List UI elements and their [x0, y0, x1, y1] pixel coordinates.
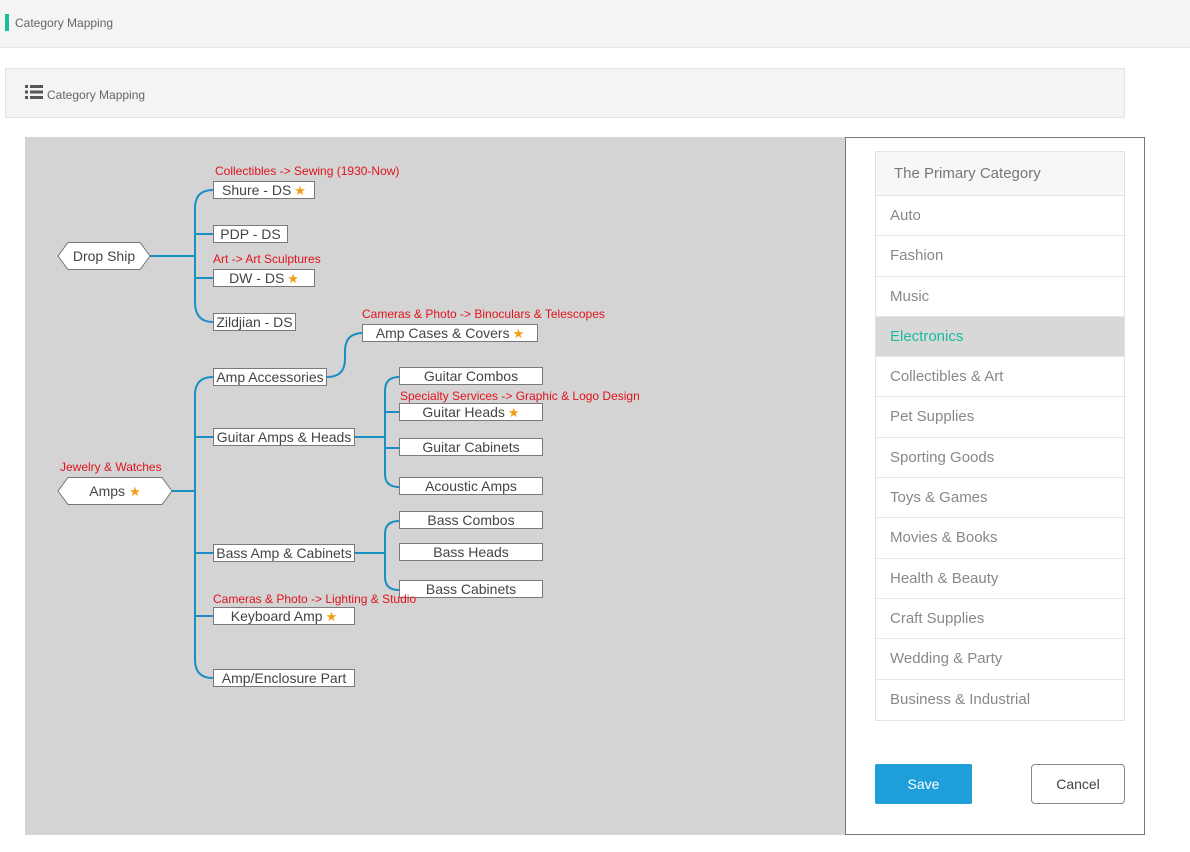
- tree-node-shure-ds[interactable]: Shure - DS ★: [213, 181, 315, 199]
- tree-node-guitar-cabinets[interactable]: Guitar Cabinets: [399, 438, 543, 456]
- cancel-button[interactable]: Cancel: [1031, 764, 1125, 804]
- category-item-pet-supplies[interactable]: Pet Supplies: [876, 397, 1124, 438]
- category-item-fashion[interactable]: Fashion: [876, 236, 1124, 277]
- category-item-sporting-goods[interactable]: Sporting Goods: [876, 438, 1124, 479]
- node-note: Collectibles -> Sewing (1930-Now): [215, 164, 400, 178]
- category-item-business-industrial[interactable]: Business & Industrial: [876, 680, 1124, 720]
- tree-node-guitar-heads[interactable]: Guitar Heads ★: [399, 403, 543, 421]
- tree-node-keyboard-amp[interactable]: Keyboard Amp ★: [213, 607, 355, 625]
- list-icon: [25, 85, 43, 99]
- tree-node-dw-ds[interactable]: DW - DS ★: [213, 269, 315, 287]
- star-icon: ★: [294, 183, 306, 198]
- category-item-collectibles-art[interactable]: Collectibles & Art: [876, 357, 1124, 398]
- tree-node-bass-amp-cabinets[interactable]: Bass Amp & Cabinets: [213, 544, 355, 562]
- node-note: Cameras & Photo -> Lighting & Studio: [213, 592, 417, 606]
- category-item-auto[interactable]: Auto: [876, 196, 1124, 237]
- node-note: Jewelry & Watches: [60, 460, 162, 474]
- category-item-craft-supplies[interactable]: Craft Supplies: [876, 599, 1124, 640]
- category-item-toys-games[interactable]: Toys & Games: [876, 478, 1124, 519]
- star-icon: ★: [507, 405, 520, 420]
- tree-node-guitar-amps-heads[interactable]: Guitar Amps & Heads: [213, 428, 355, 446]
- star-icon: ★: [287, 271, 299, 286]
- category-side-panel: The Primary Category Auto Fashion Music …: [845, 137, 1145, 835]
- panel-title: Category Mapping: [47, 88, 146, 102]
- category-item-music[interactable]: Music: [876, 277, 1124, 317]
- tree-node-amp-cases-covers[interactable]: Amp Cases & Covers ★: [362, 324, 538, 342]
- tree-node-bass-heads[interactable]: Bass Heads: [399, 543, 543, 561]
- star-icon: ★: [512, 326, 525, 341]
- star-icon: ★: [325, 609, 338, 624]
- category-item-health-beauty[interactable]: Health & Beauty: [876, 559, 1124, 599]
- category-list-header: The Primary Category: [876, 152, 1124, 196]
- tree-node-guitar-combos[interactable]: Guitar Combos: [399, 367, 543, 385]
- top-bar: Category Mapping: [0, 0, 1190, 48]
- root-node-drop-ship[interactable]: Drop Ship: [57, 242, 151, 270]
- title-accent-bar: [5, 14, 9, 31]
- category-item-movies-books[interactable]: Movies & Books: [876, 518, 1124, 559]
- category-item-wedding-party[interactable]: Wedding & Party: [876, 639, 1124, 680]
- tree-node-bass-combos[interactable]: Bass Combos: [399, 511, 543, 529]
- star-icon: ★: [129, 484, 141, 499]
- tree-node-bass-cabinets[interactable]: Bass Cabinets: [399, 580, 543, 598]
- tree-node-acoustic-amps[interactable]: Acoustic Amps: [399, 477, 543, 495]
- node-note: Specialty Services -> Graphic & Logo Des…: [400, 389, 640, 403]
- tree-node-amp-enclosure-part[interactable]: Amp/Enclosure Part: [213, 669, 355, 687]
- mindmap-canvas[interactable]: Drop Ship Jewelry & Watches Amps ★ Collec…: [25, 137, 845, 835]
- root-node-amps[interactable]: Amps ★: [57, 477, 173, 505]
- tree-node-amp-accessories[interactable]: Amp Accessories: [213, 368, 327, 386]
- primary-category-list: The Primary Category Auto Fashion Music …: [875, 151, 1125, 721]
- panel-header: Category Mapping: [5, 68, 1125, 118]
- tree-node-zildjian-ds[interactable]: Zildjian - DS: [213, 313, 296, 331]
- save-button[interactable]: Save: [875, 764, 972, 804]
- tree-node-pdp-ds[interactable]: PDP - DS: [213, 225, 288, 243]
- category-item-electronics[interactable]: Electronics: [876, 316, 1124, 358]
- page-title: Category Mapping: [15, 16, 114, 30]
- node-note: Art -> Art Sculptures: [213, 252, 321, 266]
- node-note: Cameras & Photo -> Binoculars & Telescop…: [362, 307, 605, 321]
